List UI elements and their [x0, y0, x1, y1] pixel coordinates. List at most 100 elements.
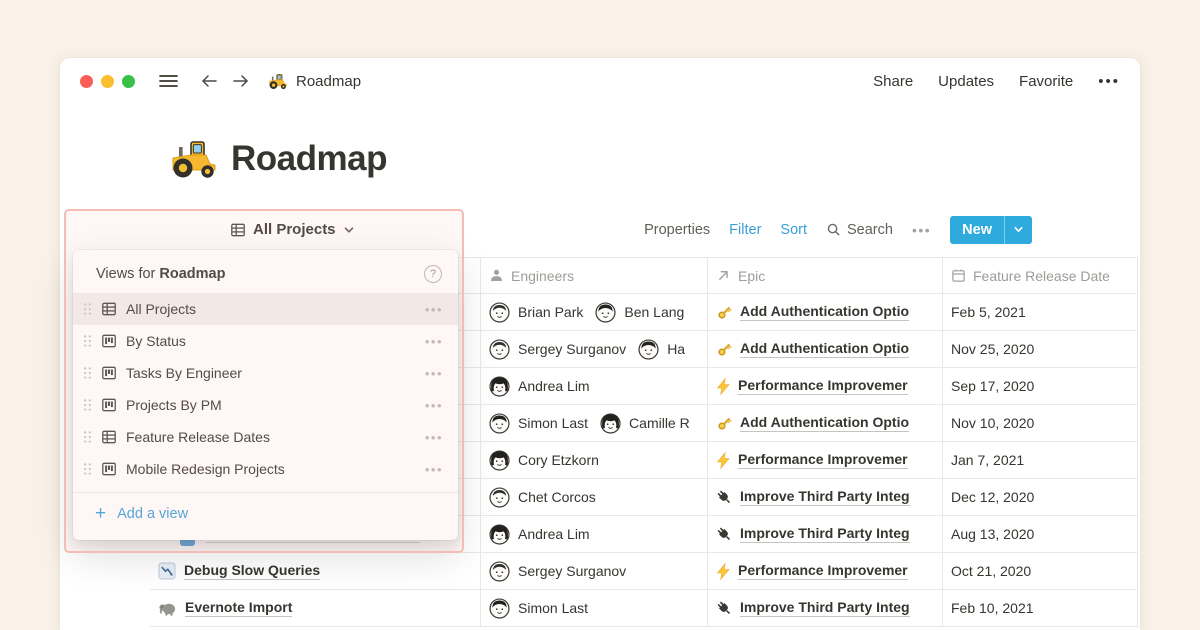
date-cell[interactable]: Sep 17, 2020: [943, 368, 1138, 404]
item-more-icon[interactable]: •••: [425, 398, 443, 413]
drag-handle-icon[interactable]: [83, 462, 92, 476]
sidebar-menu-icon[interactable]: [159, 73, 178, 89]
epic-link[interactable]: Performance Improvemer: [738, 451, 908, 470]
date-cell[interactable]: Feb 10, 2021: [943, 590, 1138, 626]
share-button[interactable]: Share: [873, 73, 913, 90]
views-menu-item[interactable]: Tasks By Engineer•••: [73, 357, 458, 389]
epic-column-header[interactable]: Epic: [708, 258, 943, 293]
drag-handle-icon[interactable]: [83, 398, 92, 412]
views-menu-item[interactable]: All Projects•••: [73, 293, 458, 325]
date-cell[interactable]: Aug 13, 2020: [943, 516, 1138, 552]
item-more-icon[interactable]: •••: [425, 334, 443, 349]
filter-button[interactable]: Filter: [729, 222, 761, 238]
engineers-column-header[interactable]: Engineers: [481, 258, 708, 293]
new-button-chevron[interactable]: [1005, 216, 1032, 244]
engineer-chip[interactable]: Sergey Surganov: [489, 561, 626, 582]
engineers-cell[interactable]: Cory Etzkorn: [481, 442, 708, 478]
engineer-chip[interactable]: Brian Park: [489, 302, 583, 323]
views-menu-item[interactable]: By Status•••: [73, 325, 458, 357]
epic-link[interactable]: Add Authentication Optio: [740, 340, 909, 359]
view-tab-all-projects[interactable]: All Projects: [230, 214, 355, 245]
engineer-chip[interactable]: Simon Last: [489, 598, 588, 619]
engineer-chip[interactable]: Ben Lang: [595, 302, 684, 323]
add-view-button[interactable]: + Add a view: [73, 493, 458, 534]
favorite-button[interactable]: Favorite: [1019, 73, 1073, 90]
zoom-window-button[interactable]: [122, 75, 135, 88]
engineer-name: Andrea Lim: [518, 378, 590, 394]
epic-cell[interactable]: Add Authentication Optio: [708, 331, 943, 367]
date-cell[interactable]: Nov 10, 2020: [943, 405, 1138, 441]
epic-link[interactable]: Performance Improvemer: [738, 377, 908, 396]
project-page-link[interactable]: Evernote Import: [185, 599, 292, 618]
back-arrow-icon[interactable]: [200, 73, 219, 89]
engineer-chip[interactable]: Chet Corcos: [489, 487, 596, 508]
drag-handle-icon[interactable]: [83, 366, 92, 380]
epic-cell[interactable]: Improve Third Party Integ: [708, 516, 943, 552]
engineer-name: Cory Etzkorn: [518, 452, 599, 468]
views-menu-item[interactable]: Mobile Redesign Projects•••: [73, 453, 458, 485]
views-menu-item[interactable]: Feature Release Dates•••: [73, 421, 458, 453]
epic-cell[interactable]: Add Authentication Optio: [708, 405, 943, 441]
engineers-cell[interactable]: Simon Last Camille R: [481, 405, 708, 441]
project-cell[interactable]: Evernote Import: [150, 590, 481, 626]
forward-arrow-icon[interactable]: [231, 73, 250, 89]
toolbar-more-icon[interactable]: •••: [912, 222, 931, 238]
drag-handle-icon[interactable]: [83, 430, 92, 444]
epic-cell[interactable]: Performance Improvemer: [708, 553, 943, 589]
engineers-cell[interactable]: Chet Corcos: [481, 479, 708, 515]
table-view-icon: [101, 429, 117, 445]
project-page-link[interactable]: Debug Slow Queries: [184, 562, 320, 581]
epic-cell[interactable]: Improve Third Party Integ: [708, 479, 943, 515]
engineers-cell[interactable]: Simon Last: [481, 590, 708, 626]
drag-handle-icon[interactable]: [83, 334, 92, 348]
engineer-chip[interactable]: Ha: [638, 339, 685, 360]
date-cell[interactable]: Oct 21, 2020: [943, 553, 1138, 589]
epic-cell[interactable]: Performance Improvemer: [708, 368, 943, 404]
drag-handle-icon[interactable]: [83, 302, 92, 316]
engineer-chip[interactable]: Sergey Surganov: [489, 339, 626, 360]
engineers-cell[interactable]: Sergey Surganov: [481, 553, 708, 589]
date-cell[interactable]: Jan 7, 2021: [943, 442, 1138, 478]
engineers-cell[interactable]: Brian Park Ben Lang: [481, 294, 708, 330]
project-cell[interactable]: Debug Slow Queries: [150, 553, 481, 589]
minimize-window-button[interactable]: [101, 75, 114, 88]
properties-button[interactable]: Properties: [644, 222, 710, 238]
more-options-icon[interactable]: •••: [1098, 73, 1120, 90]
new-button-label[interactable]: New: [950, 216, 1004, 244]
date-cell[interactable]: Feb 5, 2021: [943, 294, 1138, 330]
sort-button[interactable]: Sort: [780, 222, 807, 238]
views-menu-item[interactable]: Projects By PM•••: [73, 389, 458, 421]
item-more-icon[interactable]: •••: [425, 302, 443, 317]
tractor-icon: [170, 138, 218, 180]
date-cell[interactable]: Dec 12, 2020: [943, 479, 1138, 515]
updates-button[interactable]: Updates: [938, 73, 994, 90]
epic-link[interactable]: Improve Third Party Integ: [740, 525, 910, 544]
epic-link[interactable]: Add Authentication Optio: [740, 303, 909, 322]
breadcrumb[interactable]: Roadmap: [268, 73, 361, 90]
help-icon[interactable]: ?: [424, 265, 442, 283]
epic-link[interactable]: Performance Improvemer: [738, 562, 908, 581]
epic-link[interactable]: Improve Third Party Integ: [740, 599, 910, 618]
epic-link[interactable]: Add Authentication Optio: [740, 414, 909, 433]
epic-cell[interactable]: Improve Third Party Integ: [708, 590, 943, 626]
engineers-cell[interactable]: Andrea Lim: [481, 516, 708, 552]
new-button[interactable]: New: [950, 216, 1032, 244]
item-more-icon[interactable]: •••: [425, 430, 443, 445]
engineer-chip[interactable]: Cory Etzkorn: [489, 450, 599, 471]
search-button[interactable]: Search: [826, 222, 893, 238]
epic-link[interactable]: Improve Third Party Integ: [740, 488, 910, 507]
engineers-cell[interactable]: Sergey Surganov Ha: [481, 331, 708, 367]
item-more-icon[interactable]: •••: [425, 366, 443, 381]
engineer-chip[interactable]: Andrea Lim: [489, 524, 590, 545]
engineers-cell[interactable]: Andrea Lim: [481, 368, 708, 404]
item-more-icon[interactable]: •••: [425, 462, 443, 477]
date-cell[interactable]: Nov 25, 2020: [943, 331, 1138, 367]
date-column-header[interactable]: Feature Release Date: [943, 258, 1138, 293]
zap-icon: [716, 378, 731, 395]
epic-cell[interactable]: Performance Improvemer: [708, 442, 943, 478]
engineer-chip[interactable]: Camille R: [600, 413, 690, 434]
engineer-chip[interactable]: Andrea Lim: [489, 376, 590, 397]
close-window-button[interactable]: [80, 75, 93, 88]
engineer-chip[interactable]: Simon Last: [489, 413, 588, 434]
epic-cell[interactable]: Add Authentication Optio: [708, 294, 943, 330]
